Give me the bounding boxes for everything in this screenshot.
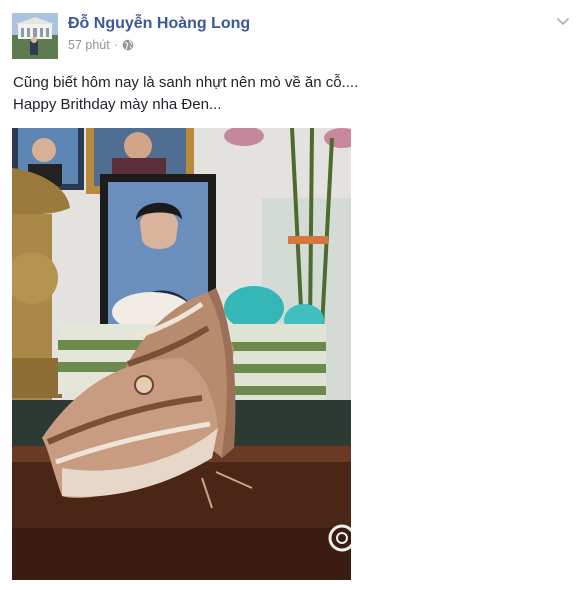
facebook-post: Đỗ Nguyễn Hoàng Long 57 phút · Cũng biết… <box>0 0 580 590</box>
avatar-image <box>12 13 58 59</box>
post-photo[interactable] <box>12 128 351 580</box>
post-meta: 57 phút · <box>68 38 134 52</box>
author-name[interactable]: Đỗ Nguyễn Hoàng Long <box>68 15 250 33</box>
globe-icon[interactable] <box>122 39 134 51</box>
post-text-line: Cũng biết hôm nay là sanh nhựt nên mò về… <box>13 74 359 91</box>
post-text: Cũng biết hôm nay là sanh nhựt nên mò về… <box>13 72 358 116</box>
post-timestamp[interactable]: 57 phút <box>68 38 110 52</box>
butterfly-photo-image <box>12 128 351 580</box>
chevron-down-icon[interactable] <box>556 14 570 28</box>
meta-separator: · <box>113 38 118 52</box>
post-text-line: Happy Brithday mày nha Đen... <box>13 96 222 113</box>
author-avatar[interactable] <box>12 13 58 59</box>
